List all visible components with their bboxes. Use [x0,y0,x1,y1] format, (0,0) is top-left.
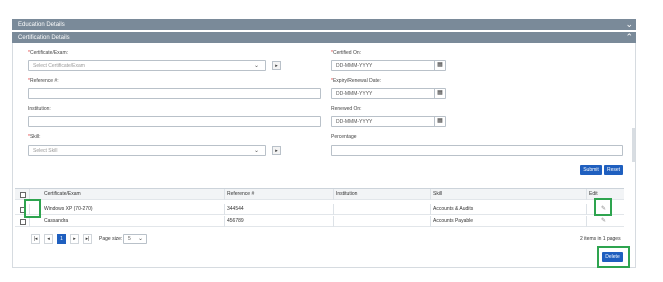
institution-label: Institution: [28,106,51,112]
certified-on-placeholder: DD-MMM-YYYY [336,63,373,69]
renewed-on-placeholder: DD-MMM-YYYY [336,119,373,125]
edit-icon[interactable]: ✎ [601,217,606,224]
certificate-placeholder: Select Certificate/Exam [33,63,85,69]
submit-button[interactable]: Submit [580,165,602,175]
chevron-down-icon: ⌄ [253,148,259,154]
column-header-skill[interactable]: Skill [433,191,442,197]
first-page-button[interactable]: |◂ [31,234,40,244]
row-checkbox-highlight [24,199,41,218]
chevron-down-icon[interactable]: ⌄ [625,20,633,29]
education-details-header[interactable]: Education Details ⌄ [12,19,636,30]
table-header-row: Certificate/Exam Reference # Institution… [15,189,624,200]
scrollbar[interactable] [632,128,635,162]
expiry-label: *Expiry/Renewal Date: [331,78,382,84]
column-header-institution[interactable]: Institution [336,191,357,197]
chevron-down-icon: ⌄ [137,236,143,242]
last-page-button[interactable]: ▸| [83,234,92,244]
expiry-placeholder: DD-MMM-YYYY [336,91,373,97]
pager-summary: 2 items in 1 pages [580,236,621,242]
certificate-select[interactable]: Select Certificate/Exam ⌄ [28,60,266,71]
calendar-icon[interactable]: ▦ [434,117,445,126]
chevron-down-icon: ⌄ [253,63,259,69]
add-skill-button[interactable]: ▸ [272,146,281,155]
expiry-date-field[interactable]: DD-MMM-YYYY ▦ [331,88,446,99]
cell-skill: Accounts Payable [433,218,474,224]
page-size-label: Page size: [99,236,123,242]
chevron-up-icon[interactable]: ⌃ [625,33,633,42]
reset-button[interactable]: Reset [604,165,623,175]
select-all-checkbox[interactable] [20,192,26,198]
next-page-button[interactable]: ▸ [70,234,79,244]
renewed-on-date-field[interactable]: DD-MMM-YYYY ▦ [331,116,446,127]
certification-table: Certificate/Exam Reference # Institution… [15,188,624,227]
reference-label: *Reference #: [28,78,59,84]
percentage-input[interactable] [331,145,623,156]
certified-on-label: *Certified On: [331,50,362,56]
cell-certificate: Windows XP (70-270) [44,206,93,212]
skill-select[interactable]: Select Skill ⌄ [28,145,266,156]
previous-page-button[interactable]: ◂ [44,234,53,244]
cell-certificate: Cassandra [44,218,69,224]
calendar-icon[interactable]: ▦ [434,89,445,98]
calendar-icon[interactable]: ▦ [434,61,445,70]
certificate-label: *Certificate/Exam: [28,50,69,56]
certified-on-date-field[interactable]: DD-MMM-YYYY ▦ [331,60,446,71]
pagination-bar: |◂ ◂ 1 ▸ ▸| Page size: 5 ⌄ 2 items in 1 … [15,232,624,246]
table-row[interactable]: Cassandra 456789 Accounts Payable ✎ [15,216,624,227]
column-header-edit: Edit [589,191,598,197]
add-certificate-button[interactable]: ▸ [272,61,281,70]
edit-icon-highlight [594,198,612,216]
delete-button-highlight [597,246,630,268]
institution-input[interactable] [28,116,321,127]
table-row[interactable]: Windows XP (70-270) 344544 Accounts & Au… [15,204,624,215]
row-checkbox[interactable] [20,219,26,225]
percentage-label: Percentage [331,134,357,140]
page-1-button[interactable]: 1 [57,234,66,244]
reference-input[interactable] [28,88,321,99]
certification-details-title: Certification Details [18,34,70,41]
certification-details-header[interactable]: Certification Details ⌃ [12,32,636,43]
cell-skill: Accounts & Audits [433,206,474,212]
cell-reference: 456789 [227,218,244,224]
skill-placeholder: Select Skill [33,148,58,154]
cell-reference: 344544 [227,206,244,212]
page-size-select[interactable]: 5 ⌄ [123,234,147,244]
column-header-reference[interactable]: Reference # [227,191,254,197]
column-header-certificate[interactable]: Certificate/Exam [44,191,81,197]
page-size-value: 5 [128,236,131,242]
education-details-title: Education Details [18,21,65,28]
skill-label: *Skill: [28,134,41,140]
renewed-on-label: Renewed On: [331,106,362,112]
